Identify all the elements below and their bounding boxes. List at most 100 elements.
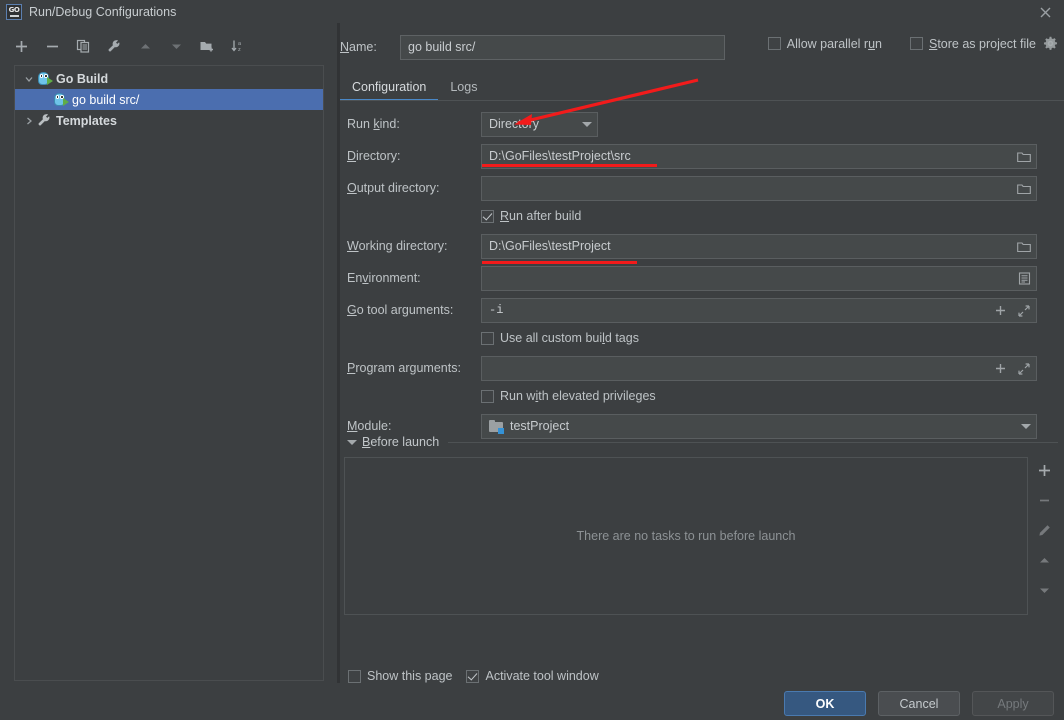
configuration-editor-panel: Name: Allow parallel run Store as projec… [340,23,1064,683]
section-divider [448,441,1058,443]
checkbox-box [909,37,923,50]
folder-add-icon[interactable] [198,37,216,55]
run-with-elevated-privileges-label: Run with elevated privileges [500,389,656,403]
svg-text:z: z [238,47,241,53]
allow-parallel-run-checkbox[interactable]: Allow parallel run [767,37,882,51]
expand-icon[interactable] [1012,299,1036,322]
checkbox-box [348,669,361,683]
dialog-button-bar: OK Cancel Apply [0,683,1064,720]
directory-row: Directory: D:\GoFiles\testProject\src [340,141,1064,173]
sort-az-icon[interactable]: a z [229,37,247,55]
annotation-underline-directory [482,164,657,167]
plus-icon[interactable] [988,299,1012,322]
show-this-page-label: Show this page [367,669,453,683]
store-as-project-file-checkbox[interactable]: Store as project file [909,36,1036,51]
activate-tool-window-checkbox[interactable]: Activate tool window [466,669,599,683]
show-this-page-checkbox[interactable]: Show this page [348,669,452,683]
cancel-button[interactable]: Cancel [878,691,960,716]
list-edit-icon[interactable] [1012,267,1036,290]
folder-icon[interactable] [1012,145,1036,168]
checkbox-box [767,37,781,50]
run-kind-label: Run kind: [347,117,400,131]
plus-icon[interactable] [988,357,1012,380]
run-after-build-row: Run after build [340,205,1064,231]
ok-button[interactable]: OK [784,691,866,716]
run-kind-dropdown[interactable]: Directory [481,112,598,137]
annotation-underline-working-directory [482,261,637,264]
editor-tabs: Configuration Logs [340,71,489,101]
program-arguments-field[interactable] [481,356,1037,381]
name-input[interactable] [400,34,725,60]
module-label: Module: [347,419,392,433]
apply-button[interactable]: Apply [972,691,1054,716]
environment-field[interactable] [481,266,1037,291]
close-icon[interactable] [1034,3,1056,21]
before-launch-section: Before launch There are no tasks to run … [344,433,1060,615]
output-directory-field[interactable] [481,176,1037,201]
window-title: Run/Debug Configurations [29,4,177,19]
go-run-icon [37,71,53,86]
tree-item-templates[interactable]: Templates [15,110,323,131]
run-with-elevated-privileges-row: Run with elevated privileges [340,385,1064,411]
configurations-tree[interactable]: Go Build go build src/ Templates [14,65,324,681]
use-all-custom-build-tags-checkbox[interactable]: Use all custom build tags [481,331,639,345]
tree-item-go-build[interactable]: Go Build [15,68,323,89]
environment-label: Environment: [347,271,421,285]
tab-logs[interactable]: Logs [438,80,489,101]
chevron-down-icon [577,122,597,127]
program-arguments-label: Program arguments: [347,361,461,375]
chevron-down-icon [1016,424,1036,429]
copy-configuration-button[interactable] [74,37,92,55]
tree-item-label: Templates [56,113,117,128]
gear-icon[interactable] [1043,36,1058,51]
use-all-custom-build-tags-label: Use all custom build tags [500,331,639,345]
checkbox-box [466,669,480,683]
checkbox-box [481,331,494,345]
move-task-down-button[interactable] [1035,581,1053,599]
run-after-build-label: Run after build [500,209,582,223]
add-configuration-button[interactable] [12,37,30,55]
before-launch-task-list[interactable]: There are no tasks to run before launch [344,457,1028,615]
run-kind-value: Directory [489,117,540,131]
folder-icon[interactable] [1012,235,1036,258]
run-debug-configurations-dialog: GO Run/Debug Configurations a z Go Build… [0,0,1064,720]
program-arguments-row: Program arguments: [340,353,1064,385]
wrench-icon[interactable] [105,37,123,55]
run-with-elevated-privileges-checkbox[interactable]: Run with elevated privileges [481,389,656,403]
checkbox-box [481,389,494,403]
directory-label: Directory: [347,149,401,163]
chevron-right-icon[interactable] [21,113,37,129]
folder-icon[interactable] [1012,177,1036,200]
store-as-project-file-label: Store as project file [928,36,1036,51]
bottom-options: Show this page Activate tool window [348,669,599,683]
move-task-up-button[interactable] [1035,551,1053,569]
go-tool-arguments-field[interactable]: -i [481,298,1037,323]
go-tool-arguments-row: Go tool arguments: -i [340,295,1064,327]
tabs-underline [340,100,1064,101]
activate-tool-window-label: Activate tool window [485,669,599,683]
working-directory-label: Working directory: [347,239,448,253]
chevron-down-icon[interactable] [344,439,360,445]
use-all-custom-build-tags-row: Use all custom build tags [340,327,1064,353]
move-down-button[interactable] [167,37,185,55]
go-tool-arguments-value: -i [489,303,504,317]
name-row: Name: [340,34,725,60]
run-kind-row: Run kind: Directory [340,109,1064,141]
before-launch-toolbar [1028,457,1060,615]
chevron-down-icon[interactable] [21,71,37,87]
tree-item-label: Go Build [56,71,109,86]
before-launch-empty-text: There are no tasks to run before launch [576,529,796,543]
before-launch-title: Before launch [362,435,440,449]
before-launch-header: Before launch [344,433,1060,451]
tab-configuration[interactable]: Configuration [340,80,439,101]
move-up-button[interactable] [136,37,154,55]
tree-item-label: go build src/ [72,92,140,107]
remove-task-button[interactable] [1035,491,1053,509]
add-task-button[interactable] [1035,461,1053,479]
working-directory-field[interactable]: D:\GoFiles\testProject [481,234,1037,259]
remove-configuration-button[interactable] [43,37,61,55]
pencil-icon[interactable] [1035,521,1053,539]
expand-icon[interactable] [1012,357,1036,380]
tree-item-go-build-src[interactable]: go build src/ [15,89,323,110]
run-after-build-checkbox[interactable]: Run after build [481,209,581,223]
